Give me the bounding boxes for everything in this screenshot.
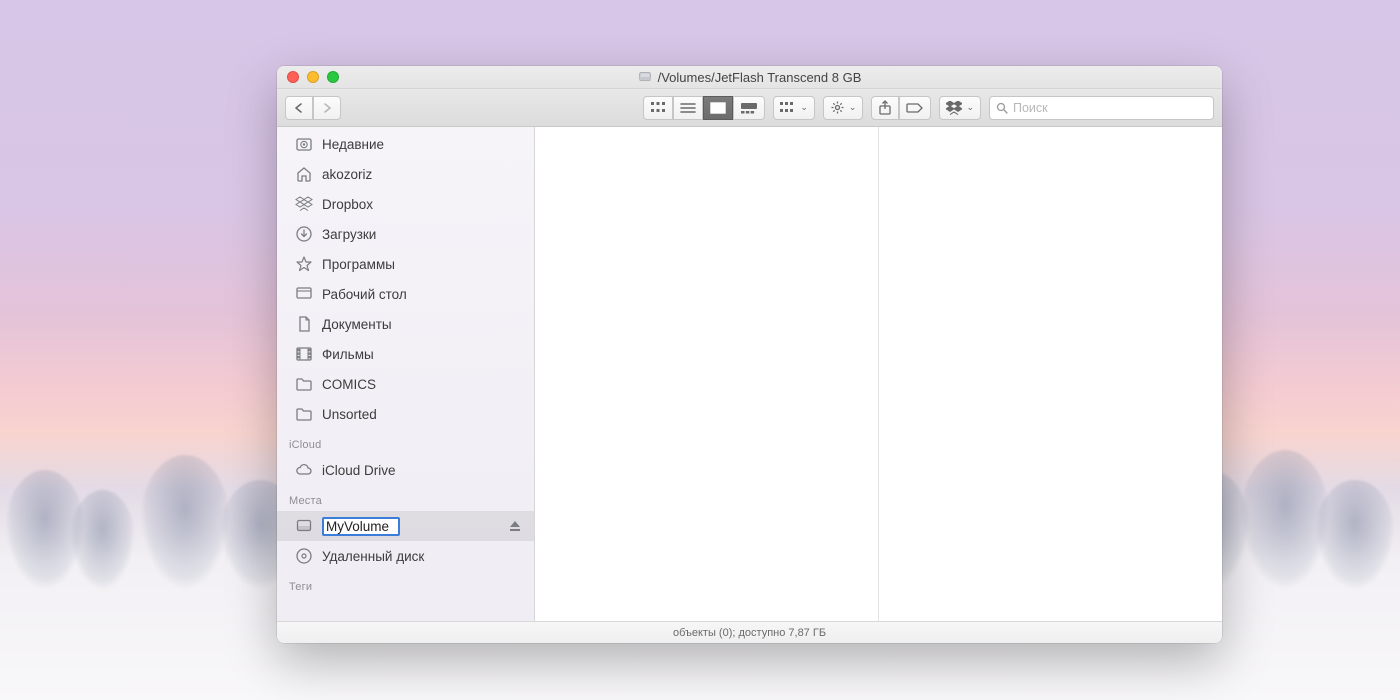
view-mode-group [643, 96, 765, 120]
status-bar: объекты (0); доступно 7,87 ГБ [277, 621, 1222, 643]
desktop-icon [295, 285, 313, 303]
arrange-group: ⌄ [773, 96, 815, 120]
sidebar-item-movies[interactable]: Фильмы [277, 339, 534, 369]
minimize-button[interactable] [307, 71, 319, 83]
dropbox-group: ⌄ [939, 96, 981, 120]
search-field[interactable] [989, 96, 1214, 120]
window-body: Недавние akozoriz Dropbox Загрузки Прогр… [277, 127, 1222, 621]
sidebar-item-home[interactable]: akozoriz [277, 159, 534, 189]
status-text: объекты (0); доступно 7,87 ГБ [673, 627, 826, 639]
sidebar[interactable]: Недавние akozoriz Dropbox Загрузки Прогр… [277, 127, 535, 621]
gallery-view-button[interactable] [733, 96, 765, 120]
documents-icon [295, 315, 313, 333]
sidebar-item-applications[interactable]: Программы [277, 249, 534, 279]
sidebar-label: Недавние [322, 137, 384, 152]
window-title: /Volumes/JetFlash Transcend 8 GB [638, 70, 862, 85]
movies-icon [295, 345, 313, 363]
remote-disc-icon [295, 547, 313, 565]
close-button[interactable] [287, 71, 299, 83]
column-2[interactable] [879, 127, 1222, 621]
applications-icon [295, 255, 313, 273]
dropbox-button[interactable]: ⌄ [939, 96, 981, 120]
arrange-button[interactable]: ⌄ [773, 96, 815, 120]
sidebar-item-remote-disc[interactable]: Удаленный диск [277, 541, 534, 571]
share-button[interactable] [871, 96, 899, 120]
sidebar-label: Программы [322, 257, 395, 272]
back-button[interactable] [285, 96, 313, 120]
dropbox-icon [295, 195, 313, 213]
titlebar[interactable]: /Volumes/JetFlash Transcend 8 GB [277, 66, 1222, 89]
sidebar-section-tags: Теги [277, 571, 534, 597]
home-icon [295, 165, 313, 183]
action-group: ⌄ [823, 96, 864, 120]
eject-icon[interactable] [508, 519, 522, 533]
column-1[interactable] [535, 127, 879, 621]
sidebar-label: Unsorted [322, 407, 377, 422]
chevron-down-icon: ⌄ [966, 102, 974, 113]
chevron-down-icon: ⌄ [849, 102, 857, 113]
sidebar-item-downloads[interactable]: Загрузки [277, 219, 534, 249]
sidebar-item-dropbox[interactable]: Dropbox [277, 189, 534, 219]
sidebar-label: Удаленный диск [322, 549, 424, 564]
sidebar-section-icloud: iCloud [277, 429, 534, 455]
sidebar-label: akozoriz [322, 167, 372, 182]
sidebar-item-myvolume[interactable] [277, 511, 534, 541]
folder-icon [295, 375, 313, 393]
search-icon [996, 102, 1008, 114]
icon-view-button[interactable] [643, 96, 673, 120]
downloads-icon [295, 225, 313, 243]
list-view-button[interactable] [673, 96, 703, 120]
chevron-down-icon: ⌄ [800, 102, 808, 113]
folder-icon [295, 405, 313, 423]
volume-rename-input[interactable] [322, 517, 400, 536]
finder-window: /Volumes/JetFlash Transcend 8 GB [277, 66, 1222, 643]
cloud-icon [295, 461, 313, 479]
sidebar-item-recents[interactable]: Недавние [277, 129, 534, 159]
sidebar-label: COMICS [322, 377, 376, 392]
external-drive-icon [295, 517, 313, 535]
search-input[interactable] [1013, 101, 1207, 115]
sidebar-label: Dropbox [322, 197, 373, 212]
column-view[interactable] [535, 127, 1222, 621]
sidebar-label: iCloud Drive [322, 463, 396, 478]
column-view-button[interactable] [703, 96, 733, 120]
tags-button[interactable] [899, 96, 931, 120]
sidebar-item-unsorted[interactable]: Unsorted [277, 399, 534, 429]
window-title-text: /Volumes/JetFlash Transcend 8 GB [658, 70, 862, 85]
toolbar: ⌄ ⌄ ⌄ [277, 89, 1222, 127]
traffic-lights [287, 71, 339, 83]
sidebar-item-documents[interactable]: Документы [277, 309, 534, 339]
volume-icon [638, 70, 652, 84]
nav-buttons [285, 96, 341, 120]
sidebar-label: Загрузки [322, 227, 376, 242]
share-group [871, 96, 931, 120]
action-button[interactable]: ⌄ [823, 96, 864, 120]
forward-button[interactable] [313, 96, 341, 120]
sidebar-section-locations: Места [277, 485, 534, 511]
sidebar-label: Фильмы [322, 347, 374, 362]
sidebar-item-desktop[interactable]: Рабочий стол [277, 279, 534, 309]
zoom-button[interactable] [327, 71, 339, 83]
sidebar-label: Документы [322, 317, 392, 332]
sidebar-label: Рабочий стол [322, 287, 407, 302]
sidebar-item-comics[interactable]: COMICS [277, 369, 534, 399]
sidebar-item-icloud-drive[interactable]: iCloud Drive [277, 455, 534, 485]
recents-icon [295, 135, 313, 153]
